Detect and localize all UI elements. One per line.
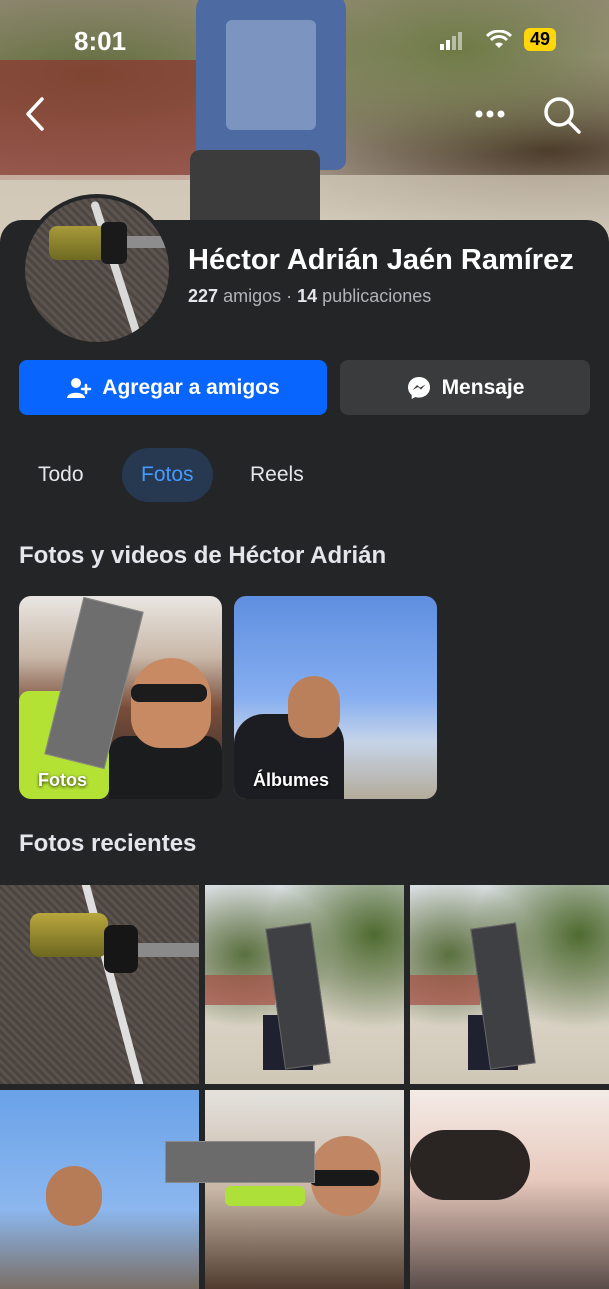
more-horizontal-icon bbox=[475, 110, 505, 118]
recent-photo[interactable] bbox=[205, 1090, 404, 1289]
album-photos-label: Fotos bbox=[38, 770, 87, 790]
message-label: Mensaje bbox=[441, 375, 525, 399]
media-section-title: Fotos y videos de Héctor Adrián bbox=[19, 542, 387, 569]
album-albums[interactable]: Álbumes bbox=[234, 596, 437, 799]
friends-label[interactable]: amigos bbox=[223, 286, 281, 306]
status-bar: 8:01 49 bbox=[0, 26, 609, 56]
avatar[interactable] bbox=[21, 194, 173, 346]
wifi-icon bbox=[485, 29, 513, 56]
posts-label: publicaciones bbox=[322, 286, 432, 306]
add-friend-button[interactable]: Agregar a amigos bbox=[19, 360, 327, 415]
search-icon bbox=[544, 97, 581, 134]
redaction-block bbox=[165, 1141, 315, 1183]
album-photos[interactable]: Fotos bbox=[19, 596, 222, 799]
signal-icon bbox=[440, 32, 464, 50]
tab-reels[interactable]: Reels bbox=[231, 448, 323, 502]
recent-photo[interactable] bbox=[410, 885, 609, 1084]
profile-name: Héctor Adrián Jaén Ramírez bbox=[188, 244, 574, 276]
recent-photo[interactable] bbox=[205, 885, 404, 1084]
album-albums-label: Álbumes bbox=[253, 770, 330, 790]
search-button[interactable] bbox=[540, 93, 584, 137]
profile-stats: 227 amigos · 14 publicaciones bbox=[188, 286, 431, 307]
recent-photo[interactable] bbox=[0, 885, 199, 1084]
tab-all[interactable]: Todo bbox=[19, 448, 103, 502]
back-button[interactable] bbox=[24, 96, 46, 137]
tab-photos[interactable]: Fotos bbox=[122, 448, 213, 502]
stats-separator: · bbox=[286, 286, 293, 306]
friends-count: 227 bbox=[188, 286, 219, 306]
recent-photo[interactable] bbox=[0, 1090, 199, 1289]
posts-count: 14 bbox=[297, 286, 318, 306]
status-time: 8:01 bbox=[74, 26, 127, 56]
person-add-icon bbox=[66, 376, 92, 400]
messenger-icon bbox=[406, 375, 432, 401]
battery-indicator: 49 bbox=[524, 28, 557, 51]
chevron-left-icon bbox=[26, 97, 44, 131]
message-button[interactable]: Mensaje bbox=[340, 360, 590, 415]
more-options-button[interactable] bbox=[472, 96, 508, 140]
add-friend-label: Agregar a amigos bbox=[102, 375, 280, 399]
recent-photo[interactable] bbox=[410, 1090, 609, 1289]
recent-photos-title: Fotos recientes bbox=[19, 830, 197, 857]
